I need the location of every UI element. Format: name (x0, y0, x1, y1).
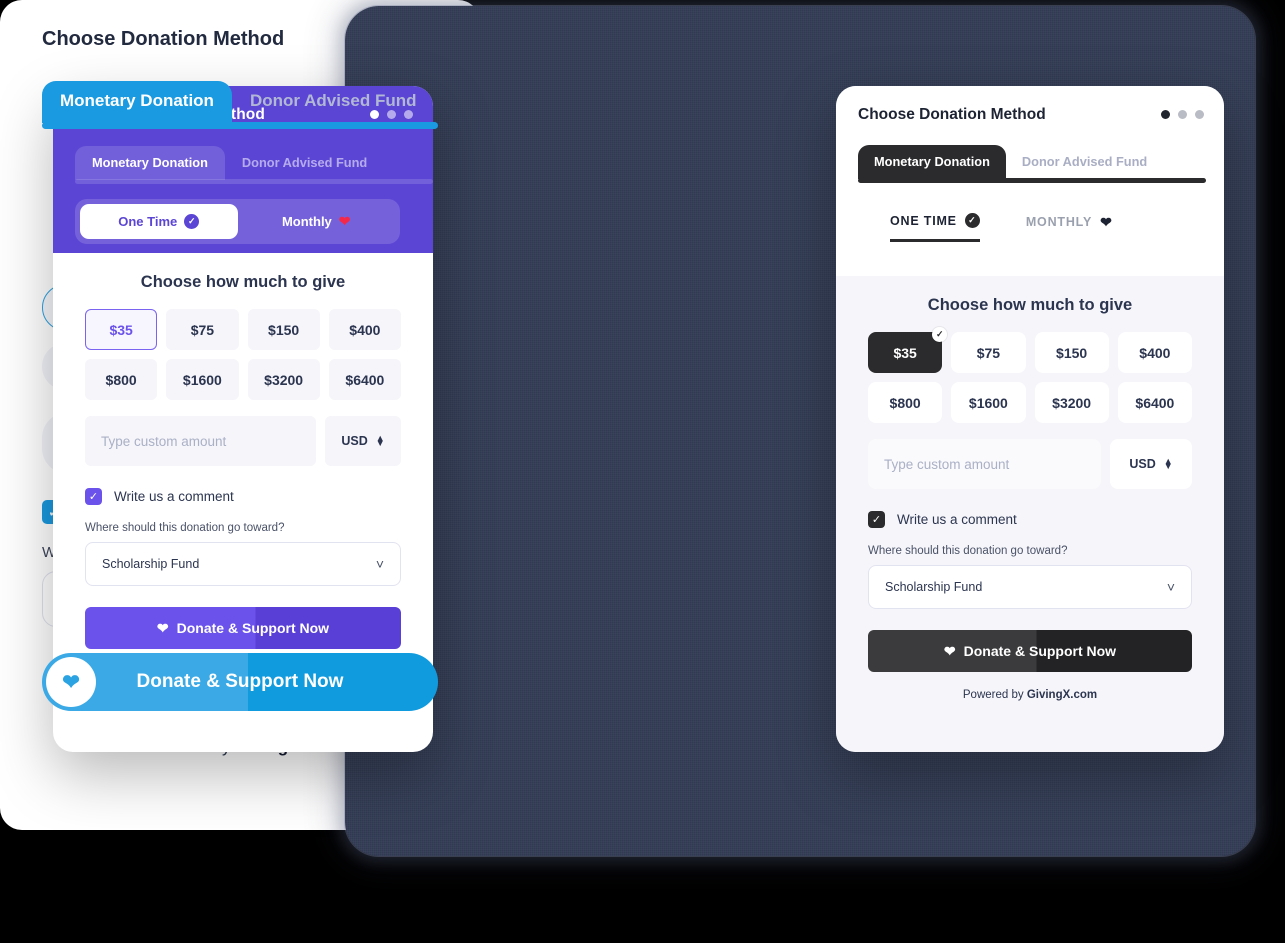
tab-bar: Monetary Donation Donor Advised Fund (42, 81, 438, 135)
checkbox-checked-icon[interactable]: ✓ (868, 511, 885, 528)
frequency-monthly[interactable]: MONTHLY ❤ (1026, 213, 1113, 242)
amount-option[interactable]: $6400 (328, 359, 401, 400)
powered-brand: GivingX.com (1026, 689, 1098, 701)
tab-monetary-donation[interactable]: Monetary Donation (858, 145, 1006, 179)
donate-button[interactable]: ❤ Donate & Support Now (868, 630, 1192, 672)
custom-amount-row: Type custom amount USD ▲▼ (85, 416, 401, 466)
amount-heading: Choose how much to give (927, 296, 1133, 314)
designation-label: Where should this donation go toward? (868, 545, 1068, 557)
custom-amount-input[interactable]: Type custom amount (85, 416, 316, 466)
designation-select[interactable]: Scholarship Fund ˅ (868, 565, 1192, 609)
designation-value: Scholarship Fund (102, 557, 200, 571)
custom-amount-row: Type custom amount USD ▲▼ (868, 439, 1192, 489)
heart-icon: ❤ (943, 642, 956, 659)
dark-card-body: Choose how much to give $35 ✓ $75 $150 $… (836, 276, 1224, 752)
dark-card-header: Choose Donation Method Monetary Donation… (836, 86, 1224, 276)
currency-value: USD (1129, 457, 1156, 471)
amount-option-label: $35 (893, 344, 917, 361)
tab-underline (42, 122, 438, 129)
page-title: Choose Donation Method (42, 28, 285, 50)
tab-underline (75, 179, 433, 184)
stepper-icon: ▲▼ (1163, 456, 1173, 471)
heart-icon: ❤ (338, 213, 351, 229)
amount-grid: $35 ✓ $75 $150 $400 $800 $1600 $3200 $64… (868, 327, 1192, 423)
frequency-one-time-label: One Time (118, 214, 178, 229)
purple-card-body: Choose how much to give $35 $75 $150 $40… (53, 253, 433, 678)
amount-option[interactable]: $400 (328, 309, 401, 350)
currency-selector[interactable]: USD ▲▼ (1110, 439, 1192, 489)
window-dot-1 (1161, 110, 1170, 119)
comment-checkbox-row[interactable]: ✓ Write us a comment (868, 511, 1192, 528)
donation-card-dark: Choose Donation Method Monetary Donation… (836, 86, 1224, 752)
comment-label: Write us a comment (897, 512, 1017, 527)
donate-button[interactable]: ❤ Donate & Support Now (85, 607, 401, 649)
amount-option[interactable]: $150 (1034, 332, 1109, 373)
currency-value: USD (341, 434, 368, 448)
heart-icon: ❤ (156, 619, 169, 636)
currency-selector[interactable]: USD ▲▼ (325, 416, 401, 466)
frequency-monthly-label: Monthly (281, 214, 332, 229)
designation-select[interactable]: Scholarship Fund ˅ (85, 542, 401, 586)
tab-donor-advised-fund[interactable]: Donor Advised Fund (232, 81, 435, 123)
comment-label: Write us a comment (114, 489, 234, 504)
amount-option[interactable]: $1600 (166, 359, 239, 400)
donate-button-label: Donate & Support Now (136, 671, 344, 692)
page-title: Choose Donation Method (858, 106, 1046, 123)
check-circle-icon: ✓ (964, 213, 980, 228)
amount-option[interactable]: $800 (868, 382, 943, 423)
chevron-down-icon: ˅ (375, 556, 384, 572)
stepper-icon: ▲▼ (375, 433, 385, 448)
chevron-down-icon: ˅ (1166, 579, 1175, 595)
check-circle-icon: ✓ (932, 327, 948, 342)
amount-option[interactable]: $800 (85, 359, 158, 400)
tab-monetary-donation[interactable]: Monetary Donation (42, 81, 232, 123)
heart-icon: ❤ (1100, 213, 1113, 230)
tab-underline (858, 178, 1206, 183)
amount-option[interactable]: $6400 (1117, 382, 1192, 423)
amount-grid: $35 $75 $150 $400 $800 $1600 $3200 $6400 (85, 309, 401, 400)
amount-option[interactable]: $35 ✓ (868, 327, 948, 373)
check-circle-icon: ✓ (184, 214, 200, 229)
screenshot-stage: Choose Donation Method Monetary Donation… (0, 0, 1285, 943)
window-dots (1161, 110, 1204, 119)
amount-option[interactable]: $400 (1117, 332, 1192, 373)
amount-option[interactable]: $75 (166, 309, 239, 350)
donate-button-label: Donate & Support Now (176, 620, 330, 636)
amount-option[interactable]: $3200 (1034, 382, 1109, 423)
tab-bar: Monetary Donation Donor Advised Fund (858, 145, 1206, 183)
frequency-one-time[interactable]: One Time ✓ (80, 204, 238, 239)
designation-label: Where should this donation go toward? (85, 522, 285, 534)
heart-icon: ❤ (46, 657, 96, 707)
powered-prefix: Powered by (962, 689, 1027, 701)
donate-button[interactable]: ❤ Donate & Support Now (42, 653, 438, 711)
custom-amount-input[interactable]: Type custom amount (868, 439, 1101, 489)
donate-button-label: Donate & Support Now (963, 643, 1117, 659)
powered-by: Powered by GivingX.com (868, 689, 1192, 701)
amount-option[interactable]: $150 (247, 309, 320, 350)
frequency-monthly-label: MONTHLY (1025, 215, 1093, 229)
amount-option[interactable]: $3200 (247, 359, 320, 400)
amount-option[interactable]: $1600 (951, 382, 1026, 423)
frequency-one-time[interactable]: ONE TIME ✓ (890, 213, 980, 242)
tab-donor-advised-fund[interactable]: Donor Advised Fund (1006, 145, 1163, 179)
comment-checkbox-row[interactable]: ✓ Write us a comment (85, 488, 401, 505)
tab-monetary-donation[interactable]: Monetary Donation (75, 146, 225, 180)
tab-bar: Monetary Donation Donor Advised Fund (75, 146, 433, 184)
tab-donor-advised-fund[interactable]: Donor Advised Fund (225, 146, 384, 180)
checkbox-checked-icon[interactable]: ✓ (85, 488, 102, 505)
window-dot-2 (1178, 110, 1187, 119)
amount-heading: Choose how much to give (140, 273, 346, 291)
amount-option[interactable]: $35 (85, 309, 158, 350)
frequency-toggle: One Time ✓ Monthly ❤ (75, 199, 400, 244)
frequency-toggle: ONE TIME ✓ MONTHLY ❤ (858, 213, 1202, 242)
designation-value: Scholarship Fund (885, 580, 983, 594)
frequency-monthly[interactable]: Monthly ❤ (238, 204, 396, 239)
amount-option[interactable]: $75 (951, 332, 1026, 373)
frequency-one-time-label: ONE TIME (890, 213, 957, 228)
window-dot-3 (1195, 110, 1204, 119)
